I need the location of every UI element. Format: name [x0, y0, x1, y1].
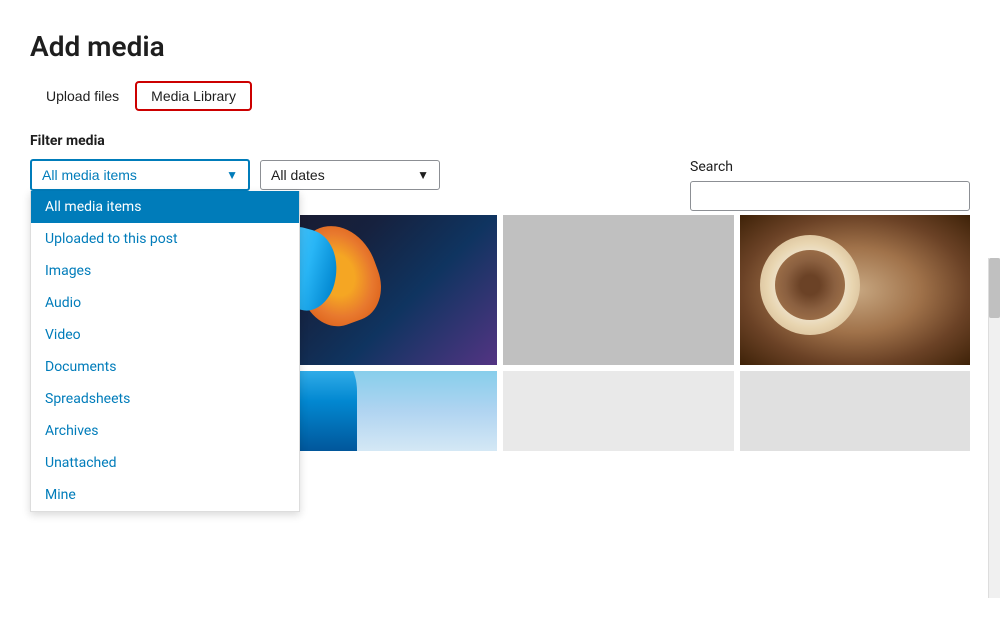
media-item-parrot[interactable] [267, 215, 498, 365]
media-type-dropdown-btn[interactable]: All media items ▼ [30, 159, 250, 191]
dropdown-item-spreadsheets[interactable]: Spreadsheets [31, 383, 299, 415]
dates-selected: All dates [271, 167, 325, 183]
media-item-blank[interactable] [503, 371, 734, 451]
filter-area: All media items ▼ All media items Upload… [30, 159, 970, 211]
dropdown-item-mine[interactable]: Mine [31, 479, 299, 511]
search-input[interactable] [690, 181, 970, 211]
tab-upload-files[interactable]: Upload files [30, 82, 135, 110]
dropdown-item-images[interactable]: Images [31, 255, 299, 287]
media-type-dropdown-wrapper: All media items ▼ All media items Upload… [30, 159, 250, 191]
tabs-row: Upload files Media Library [30, 81, 970, 111]
dropdown-item-video[interactable]: Video [31, 319, 299, 351]
filter-left: All media items ▼ All media items Upload… [30, 159, 440, 191]
dates-dropdown-btn[interactable]: All dates ▼ [260, 160, 440, 190]
page-title: Add media [30, 30, 970, 63]
chevron-down-icon: ▼ [226, 168, 238, 182]
dropdown-item-uploaded[interactable]: Uploaded to this post [31, 223, 299, 255]
search-label: Search [690, 159, 733, 175]
media-type-dropdown-menu: All media items Uploaded to this post Im… [30, 191, 300, 512]
media-item-bird2[interactable] [267, 371, 498, 451]
filter-label: Filter media [30, 133, 970, 149]
media-item-placeholder2[interactable] [503, 215, 734, 365]
dropdown-item-unattached[interactable]: Unattached [31, 447, 299, 479]
page-container: Add media Upload files Media Library Fil… [0, 0, 1000, 625]
dropdown-item-archives[interactable]: Archives [31, 415, 299, 447]
media-type-selected: All media items [42, 167, 137, 183]
media-item-coffee[interactable] [740, 215, 971, 365]
search-area: Search [690, 159, 970, 211]
dropdown-item-documents[interactable]: Documents [31, 351, 299, 383]
media-item-placeholder4[interactable] [740, 371, 971, 451]
scrollbar-thumb[interactable] [989, 258, 1000, 318]
filter-controls: All media items ▼ All media items Upload… [30, 159, 440, 191]
tab-media-library[interactable]: Media Library [135, 81, 252, 111]
scrollbar[interactable] [988, 258, 1000, 598]
dates-chevron-icon: ▼ [417, 168, 429, 182]
dropdown-item-audio[interactable]: Audio [31, 287, 299, 319]
dropdown-item-all[interactable]: All media items [31, 191, 299, 223]
